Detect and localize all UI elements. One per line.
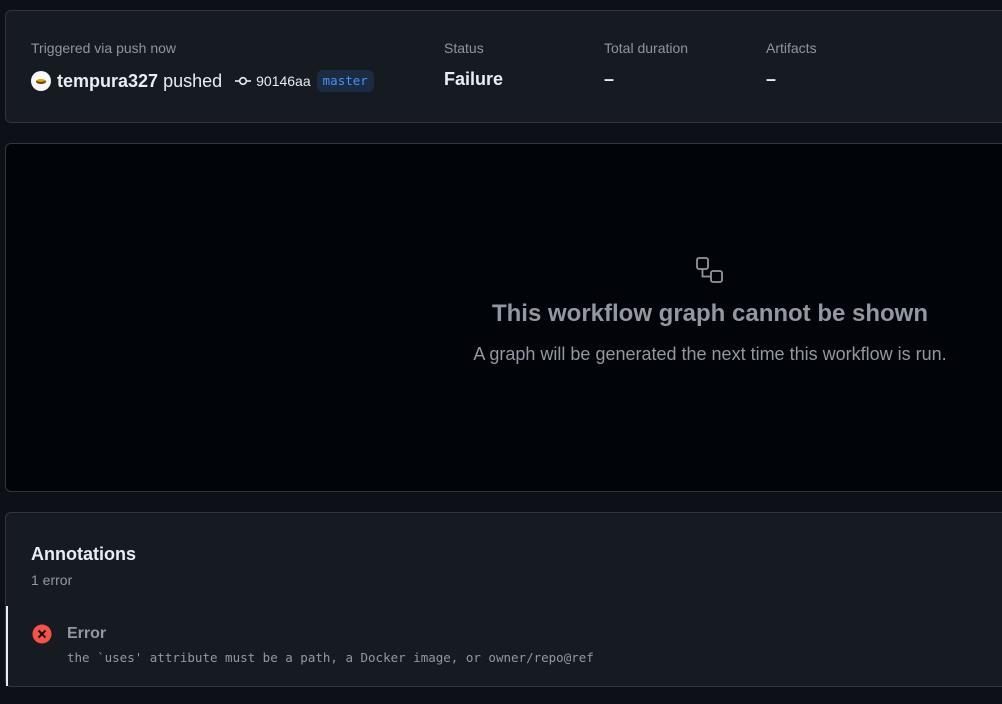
duration-label: Total duration [604, 40, 689, 56]
annotations-title: Annotations [31, 544, 136, 564]
trigger-action: pushed [163, 70, 223, 91]
artifacts-label: Artifacts [766, 40, 817, 56]
graph-unavailable-subtitle: A graph will be generated the next time … [473, 344, 947, 364]
duration-value: – [604, 69, 615, 89]
annotations-count: 1 error [31, 572, 73, 588]
annotation-message: the `uses' attribute must be a path, a D… [67, 650, 594, 665]
graph-unavailable-title: This workflow graph cannot be shown [491, 300, 929, 327]
status-label: Status [444, 40, 484, 56]
trigger-details: tempura327 pushed 90146aa master [31, 69, 374, 93]
branch-badge[interactable]: master [316, 70, 374, 92]
annotations-panel: Annotations 1 error Error the `uses' att… [5, 512, 1002, 687]
git-commit-icon [235, 76, 252, 86]
annotation-level: Error [67, 625, 107, 642]
trigger-label: Triggered via push now [31, 40, 177, 56]
x-circle-icon [32, 624, 52, 644]
artifacts-value: – [766, 69, 777, 89]
commit-sha-link[interactable]: 90146aa [256, 73, 311, 89]
run-summary: Triggered via push now tempura327 pushed… [5, 10, 1002, 123]
avatar[interactable] [31, 71, 51, 91]
annotation-item[interactable]: Error the `uses' attribute must be a pat… [6, 606, 1002, 686]
status-value: Failure [444, 69, 504, 89]
actor-link[interactable]: tempura327 [57, 71, 158, 92]
workflow-icon [696, 257, 723, 283]
workflow-graph-panel: This workflow graph cannot be shown A gr… [5, 143, 1002, 492]
